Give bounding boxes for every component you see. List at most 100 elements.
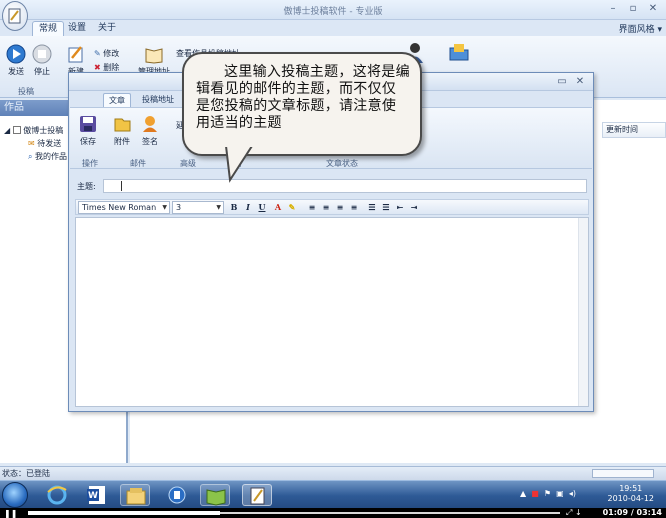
outdent-icon[interactable]: ⇤	[394, 201, 406, 214]
book-app-icon[interactable]	[200, 484, 230, 506]
attach-button[interactable]: 附件	[110, 114, 134, 147]
send-button[interactable]: 发送	[4, 44, 28, 77]
folder-icon	[449, 44, 469, 61]
media-player-icon[interactable]	[162, 484, 192, 506]
signature-icon	[143, 116, 157, 132]
fullscreen-icon[interactable]: ⤢ ↓	[566, 508, 582, 518]
app-menu-icon[interactable]	[2, 1, 28, 31]
group-advanced: 高级	[180, 159, 196, 168]
indent-icon[interactable]: ⇥	[408, 201, 420, 214]
skin-menu-label: 界面风格	[618, 25, 655, 35]
tree-item-label: 傲博士投稿	[23, 126, 64, 135]
video-player-bar: ❚❚ ⤢ ↓ 01:09 / 03:14	[0, 508, 666, 518]
word-icon[interactable]: W	[82, 484, 112, 506]
tree-item-root[interactable]: ◢ 傲博士投稿	[4, 125, 63, 136]
submit-app-icon[interactable]	[242, 484, 272, 506]
subject-label: 主题:	[77, 182, 96, 191]
delete-icon: ✖	[94, 63, 101, 72]
numbered-list-icon[interactable]: ☰	[366, 201, 378, 214]
expand-icon[interactable]: ◢	[4, 126, 10, 135]
attach-label: 附件	[114, 137, 130, 146]
format-toolbar: Times New Roman ▼ 3 ▼ B I U A ✎ ≡ ≡ ≡ ≡ ☰ …	[75, 199, 589, 215]
justify-icon[interactable]: ≡	[348, 201, 360, 214]
group-operation: 操作	[82, 159, 98, 168]
subject-row: 主题:	[75, 179, 587, 193]
stop-icon	[32, 44, 52, 64]
highlight-icon[interactable]: ✎	[286, 201, 298, 214]
edit-button[interactable]: ✎ 修改	[94, 48, 124, 59]
stop-button[interactable]: 停止	[30, 44, 54, 77]
save-icon	[80, 116, 96, 132]
taskbar: W ▲ ■ ⚑ ▣ ◂) 19:51 2010-04-12	[0, 480, 666, 508]
stop-label: 停止	[34, 67, 50, 76]
network-icon[interactable]: ▣	[556, 489, 564, 498]
article-body-editor[interactable]	[75, 217, 589, 407]
font-size-value: 3	[176, 203, 182, 212]
font-family-value: Times New Roman	[82, 203, 157, 212]
tree-item-my-works[interactable]: ⌕ 我的作品	[28, 151, 67, 162]
underline-button[interactable]: U	[256, 201, 268, 214]
tab-about[interactable]: 关于	[92, 21, 122, 36]
callout-tail	[224, 146, 256, 183]
app-window: 傲博士投稿软件 - 专业版 – ▫ ✕ 常规 设置 关于 界面风格 ▾ 发送 停…	[0, 0, 666, 480]
tooltip-callout: 这里输入投稿主题，这将是编辑看见的邮件的主题，而不仅仅是您投稿的文章标题，请注意…	[182, 52, 422, 156]
ribbon-tab-strip: 常规 设置 关于 界面风格 ▾	[0, 20, 666, 36]
window-title: 傲博士投稿软件 - 专业版	[283, 7, 383, 17]
tree-item-pending[interactable]: ✉ 待发送	[28, 138, 61, 149]
tab-general[interactable]: 常规	[32, 21, 65, 36]
maximize-icon[interactable]: ▫	[624, 2, 642, 16]
save-label: 保存	[80, 137, 96, 146]
clock-date: 2010-04-12	[607, 494, 655, 503]
volume-icon[interactable]: ◂)	[569, 489, 576, 498]
security-icon[interactable]: ■	[531, 489, 539, 498]
italic-button[interactable]: I	[242, 201, 254, 214]
tree-checkbox-icon[interactable]	[12, 126, 21, 134]
svg-text:W: W	[88, 491, 98, 501]
internet-explorer-icon[interactable]	[42, 484, 72, 506]
callout-text: 这里输入投稿主题，这将是编辑看见的邮件的主题，而不仅仅是您投稿的文章标题，请注意…	[196, 64, 410, 131]
align-center-icon[interactable]: ≡	[320, 201, 332, 214]
tray-icons[interactable]: ▲ ■ ⚑ ▣ ◂)	[520, 489, 576, 498]
editor-scrollbar[interactable]	[578, 218, 588, 406]
tab-submit-address[interactable]: 投稿地址	[137, 93, 179, 107]
compose-icon	[68, 46, 83, 63]
play-icon	[6, 44, 26, 64]
column-header-updated[interactable]: 更新时间	[602, 122, 666, 138]
video-time: 01:09 / 03:14	[602, 508, 662, 517]
pause-icon[interactable]: ❚❚	[4, 509, 17, 518]
video-seek-progress[interactable]	[28, 511, 220, 515]
save-button[interactable]: 保存	[76, 114, 100, 147]
group-article-status: 文章状态	[326, 159, 358, 168]
show-hidden-icon[interactable]: ▲	[520, 489, 526, 498]
tab-article[interactable]: 文章	[103, 93, 131, 107]
align-right-icon[interactable]: ≡	[334, 201, 346, 214]
clock[interactable]: 19:51 2010-04-12	[608, 484, 655, 504]
skin-menu[interactable]: 界面风格 ▾	[619, 22, 662, 35]
tree-item-label: 我的作品	[35, 152, 68, 161]
title-bar: 傲博士投稿软件 - 专业版 – ▫ ✕	[0, 0, 666, 20]
pending-icon: ✉	[28, 139, 35, 148]
font-color-icon[interactable]: A	[272, 201, 284, 214]
status-bar: 状态：已登陆	[0, 466, 666, 480]
font-size-select[interactable]: 3 ▼	[172, 201, 224, 214]
attachment-icon	[114, 118, 131, 132]
start-button[interactable]	[2, 482, 28, 508]
sign-button[interactable]: 签名	[138, 114, 162, 147]
align-left-icon[interactable]: ≡	[306, 201, 318, 214]
flag-icon[interactable]: ⚑	[544, 489, 551, 498]
dialog-close-icon[interactable]: ✕	[571, 75, 589, 89]
explorer-icon[interactable]	[120, 484, 150, 506]
chevron-down-icon: ▼	[162, 204, 167, 211]
tab-settings[interactable]: 设置	[62, 21, 92, 36]
bullet-list-icon[interactable]: ☰	[380, 201, 392, 214]
group-mail: 邮件	[130, 159, 146, 168]
close-icon[interactable]: ✕	[644, 2, 662, 16]
dialog-minimize-icon[interactable]: ▭	[553, 75, 571, 89]
text-cursor	[121, 181, 122, 191]
font-family-select[interactable]: Times New Roman ▼	[78, 201, 170, 214]
bold-button[interactable]: B	[228, 201, 240, 214]
subject-input[interactable]	[103, 179, 587, 193]
edit-icon: ✎	[94, 49, 101, 58]
minimize-icon[interactable]: –	[604, 2, 622, 16]
sign-label: 签名	[142, 137, 158, 146]
